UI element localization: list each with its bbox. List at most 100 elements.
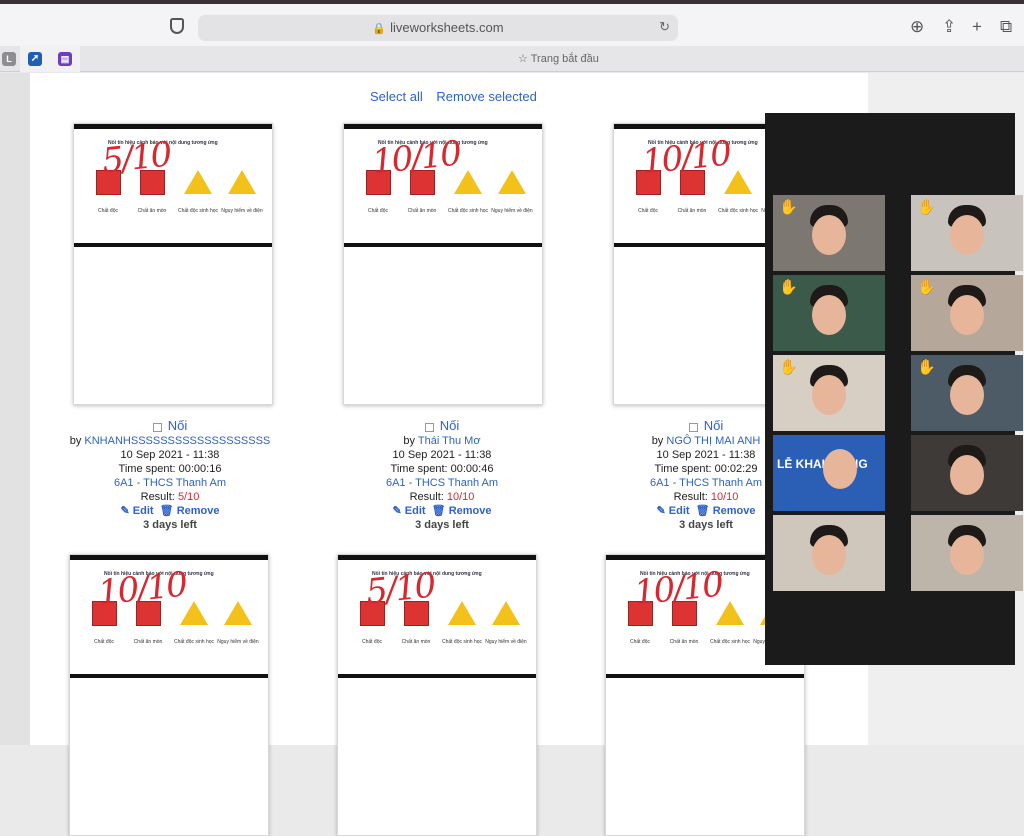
sign-label: Chất độc sinh học bbox=[717, 208, 759, 214]
student-name[interactable]: NGÔ THỊ MAI ANH bbox=[666, 435, 760, 447]
liveworksheets-favicon: ➚ bbox=[28, 52, 42, 66]
participant-video-tile[interactable]: ✋ bbox=[773, 275, 885, 351]
class-name[interactable]: 6A1 - THCS Thanh Am bbox=[327, 476, 557, 490]
share-icon[interactable]: ⇪ bbox=[942, 17, 956, 37]
handwritten-score: 10/10 bbox=[640, 133, 732, 183]
remove-button[interactable]: 🗑 Remove bbox=[160, 505, 220, 517]
participant-video-tile[interactable]: ✋ bbox=[911, 195, 1023, 271]
trash-icon: 🗑 bbox=[159, 505, 174, 517]
participant-face bbox=[812, 375, 846, 415]
participant-video-tile[interactable]: ✋ bbox=[911, 275, 1023, 351]
address-bar-text: 🔒 liveworksheets.com bbox=[198, 20, 678, 35]
edit-button[interactable]: ✎ Edit bbox=[656, 505, 689, 517]
shield-icon[interactable] bbox=[170, 18, 184, 34]
participant-video-tile[interactable]: LỄ KHAI GIẢNG bbox=[773, 435, 885, 511]
remove-label: Remove bbox=[448, 505, 492, 517]
edit-icon: ✎ bbox=[656, 505, 666, 517]
worksheet-card[interactable]: Nối tín hiệu cảnh báo với nội dung tương… bbox=[73, 123, 273, 405]
worksheet-title[interactable]: Nối bbox=[704, 418, 724, 433]
days-left: 3 days left bbox=[143, 519, 197, 531]
raised-hand-icon: ✋ bbox=[917, 359, 936, 376]
remove-button[interactable]: 🗑 Remove bbox=[696, 505, 756, 517]
handwritten-score: 10/10 bbox=[96, 564, 188, 614]
warning-triangle-icon bbox=[224, 601, 252, 625]
remove-label: Remove bbox=[176, 505, 220, 517]
thumbnail-top-bar bbox=[338, 555, 536, 560]
warning-triangle-icon bbox=[184, 170, 212, 194]
result-value: 10/10 bbox=[710, 491, 739, 503]
start-page-tab[interactable]: ☆ Trang bắt đầu bbox=[518, 52, 599, 65]
tab-bar: L ➚ ▤ ☆ Trang bắt đầu bbox=[0, 46, 1024, 72]
participant-video-tile[interactable]: ✋ bbox=[911, 355, 1023, 431]
remove-selected-link[interactable]: Remove selected bbox=[436, 89, 536, 104]
handwritten-score: 5/10 bbox=[100, 134, 173, 182]
favicon-l[interactable]: L bbox=[2, 52, 16, 66]
by-label: by bbox=[69, 435, 82, 447]
worksheet-card[interactable]: Nối tín hiệu cảnh báo với nội dung tương… bbox=[343, 123, 543, 405]
select-checkbox[interactable] bbox=[152, 422, 162, 432]
sign-label: Chất độc bbox=[93, 639, 114, 645]
download-icon[interactable]: ⊕ bbox=[910, 17, 924, 37]
participant-face bbox=[812, 535, 846, 575]
participant-video-tile[interactable]: ✋ bbox=[773, 355, 885, 431]
edit-button[interactable]: ✎ Edit bbox=[120, 505, 153, 517]
remove-button[interactable]: 🗑 Remove bbox=[432, 505, 492, 517]
trash-icon: 🗑 bbox=[695, 505, 710, 517]
by-label: by bbox=[651, 435, 664, 447]
sign-label: Chất độc bbox=[97, 208, 118, 214]
participant-video-tile[interactable] bbox=[773, 515, 885, 591]
submission-info: Nối by KNHANHSSSSSSSSSSSSSSSSSSS 10 Sep … bbox=[55, 419, 285, 532]
edit-button[interactable]: ✎ Edit bbox=[392, 505, 425, 517]
reload-icon[interactable]: ↻ bbox=[659, 19, 670, 35]
sign-label: Chất ăn mòn bbox=[401, 639, 431, 645]
participant-video-tile[interactable] bbox=[911, 435, 1023, 511]
address-bar[interactable]: 🔒 liveworksheets.com ↻ bbox=[198, 15, 678, 41]
sign-label: Chất độc bbox=[361, 639, 382, 645]
worksheet-card[interactable]: Nối tín hiệu cảnh báo với nội dung tương… bbox=[337, 554, 537, 836]
handwritten-score: 10/10 bbox=[632, 564, 724, 614]
student-name[interactable]: KNHANHSSSSSSSSSSSSSSSSSSS bbox=[84, 435, 270, 447]
student-name[interactable]: Thái Thu Mơ bbox=[418, 435, 481, 447]
select-checkbox[interactable] bbox=[688, 422, 698, 432]
tabs-overview-icon[interactable]: ⧉ bbox=[1000, 17, 1012, 37]
raised-hand-icon: ✋ bbox=[779, 359, 798, 376]
worksheet-card[interactable]: Nối tín hiệu cảnh báo với nội dung tương… bbox=[69, 554, 269, 836]
warning-triangle-icon bbox=[492, 601, 520, 625]
participant-face bbox=[823, 449, 857, 489]
sign-label: Chất độc sinh học bbox=[441, 639, 483, 645]
sign-label: Chất độc sinh học bbox=[709, 639, 751, 645]
thumbnail-top-bar bbox=[70, 555, 268, 560]
time-spent: Time spent: 00:00:46 bbox=[390, 463, 494, 475]
forms-favicon: ▤ bbox=[58, 52, 72, 66]
sign-label: Chất độc sinh học bbox=[447, 208, 489, 214]
new-tab-icon[interactable]: + bbox=[972, 17, 982, 37]
active-tab[interactable]: ➚ ▤ bbox=[20, 46, 80, 72]
raised-hand-icon: ✋ bbox=[917, 199, 936, 216]
class-name[interactable]: 6A1 - THCS Thanh Am bbox=[55, 476, 285, 490]
sign-label: Chất độc bbox=[367, 208, 388, 214]
result-value: 5/10 bbox=[177, 491, 200, 503]
submission-date: 10 Sep 2021 - 11:38 bbox=[120, 449, 220, 461]
worksheet-title[interactable]: Nối bbox=[440, 418, 460, 433]
start-page-label: Trang bắt đầu bbox=[530, 53, 599, 65]
raised-hand-icon: ✋ bbox=[917, 279, 936, 296]
participant-video-tile[interactable]: ✋ bbox=[773, 195, 885, 271]
warning-triangle-icon bbox=[498, 170, 526, 194]
trash-icon: 🗑 bbox=[431, 505, 446, 517]
result-value: 10/10 bbox=[446, 491, 475, 503]
time-spent: Time spent: 00:00:16 bbox=[118, 463, 222, 475]
select-checkbox[interactable] bbox=[424, 422, 434, 432]
result-label: Result: bbox=[140, 491, 175, 503]
edit-label: Edit bbox=[132, 505, 154, 517]
sign-label: Chất độc bbox=[629, 639, 650, 645]
select-all-link[interactable]: Select all bbox=[370, 89, 423, 104]
browser-toolbar: 🔒 liveworksheets.com ↻ ⊕ ⇪ + ⧉ bbox=[0, 0, 1024, 46]
sign-label: Nguy hiểm về điện bbox=[221, 208, 263, 214]
sign-label: Nguy hiểm về điện bbox=[485, 639, 527, 645]
handwritten-score: 5/10 bbox=[364, 565, 437, 613]
participant-video-tile[interactable] bbox=[911, 515, 1023, 591]
remove-label: Remove bbox=[712, 505, 756, 517]
sign-label: Chất độc sinh học bbox=[173, 639, 215, 645]
worksheet-title[interactable]: Nối bbox=[168, 418, 188, 433]
sign-label: Chất ăn mòn bbox=[137, 208, 167, 214]
